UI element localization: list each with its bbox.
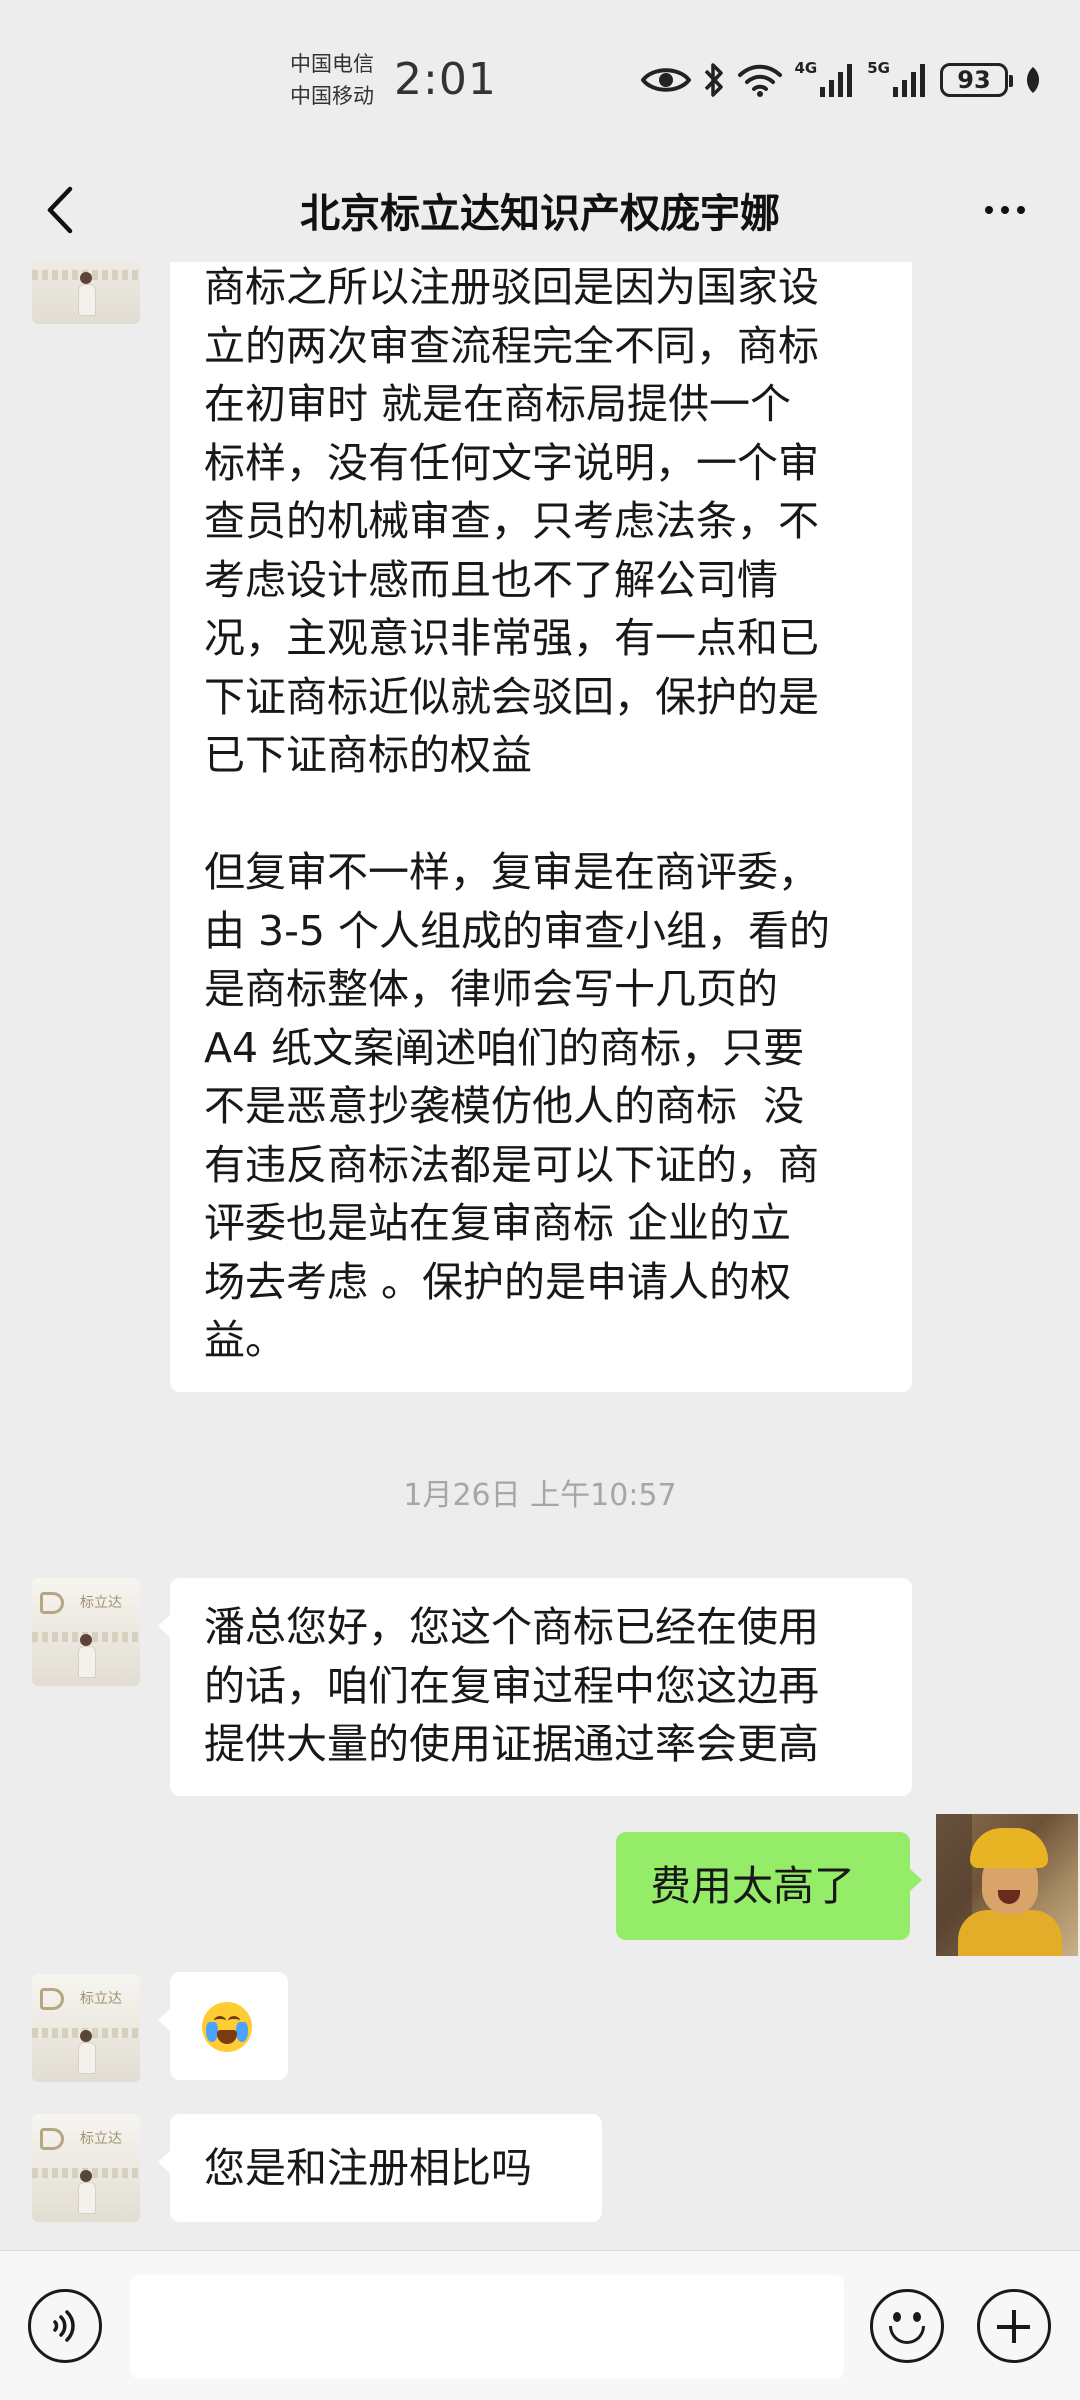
emoji-icon — [893, 2312, 901, 2322]
avatar-logo-text: 标立达 — [80, 1595, 122, 1611]
network-label-1: 4G — [794, 59, 818, 77]
nav-bar: 北京标立达知识产权庞宇娜 — [0, 160, 1080, 260]
avatar-logo-text: 标立达 — [80, 2131, 122, 2147]
avatar-body — [78, 2182, 96, 2214]
message-line: 标样，没有任何文字说明，一个审 — [204, 438, 819, 487]
message-line: 在初审时 就是在商标局提供一个 — [204, 380, 792, 428]
avatar-person — [76, 272, 96, 316]
battery-indicator: 93 — [940, 63, 1013, 97]
message-bubble[interactable]: 潘总您好，您这个商标已经在使用 的话，咱们在复审过程中您这边再 提供大量的使用证… — [158, 1578, 912, 1796]
more-dot — [1001, 206, 1009, 214]
carrier-1: 中国电信 — [290, 52, 374, 76]
emoji-mouth — [217, 2030, 237, 2044]
voice-icon — [53, 2310, 75, 2342]
signal-icon — [820, 64, 853, 97]
message-line: 益。 — [204, 1316, 286, 1364]
my-message-text: 费用太高了 — [650, 1862, 855, 1910]
message-line: 查员的机械审查，只考虑法条，不 — [204, 497, 819, 545]
avatar-body — [78, 1646, 96, 1678]
avatar-head — [80, 272, 92, 284]
message-input[interactable] — [130, 2275, 844, 2379]
message-line: 由 3-5 个人组成的审查小组，看的 — [204, 906, 831, 955]
message-line: 的话，咱们在复审过程中您这边再 — [204, 1661, 819, 1710]
more-button[interactable] — [970, 180, 1040, 240]
status-bar: 中国电信 中国移动 2:01 4G 5G 93 — [0, 0, 1080, 160]
chevron-left-icon — [47, 186, 73, 234]
avatar-body — [78, 2042, 96, 2074]
carrier-labels: 中国电信 中国移动 — [290, 48, 374, 112]
avatar-person — [76, 1634, 96, 1678]
emoji-icon-smile — [889, 2326, 925, 2344]
back-button[interactable] — [30, 180, 90, 240]
message-line: 场去考虑 。保护的是申请人的权 — [204, 1257, 792, 1306]
message-bubble[interactable]: 您是和注册相比吗 — [158, 2114, 602, 2222]
message-text: 您是和注册相比吗 — [204, 2144, 532, 2192]
my-avatar-robe — [958, 1910, 1062, 1956]
avatar-person — [76, 2030, 96, 2074]
message-line-blank — [204, 785, 880, 844]
my-avatar-hat — [970, 1828, 1048, 1868]
message-line: 已下证商标的权益 — [204, 731, 532, 779]
message-line: 不是恶意抄袭模仿他人的商标 没 — [204, 1082, 805, 1130]
message-line: 况，主观意识非常强，有一点和已 — [204, 614, 819, 662]
avatar-head — [80, 2030, 92, 2042]
network-label-2: 5G — [867, 59, 890, 77]
message-line: 提供大量的使用证据通过率会更高 — [204, 1720, 819, 1768]
leaf-icon — [1026, 67, 1040, 93]
message-line: 考虑设计感而且也不了解公司情 — [204, 555, 778, 604]
message-bubble[interactable]: 商标之所以注册驳回是因为国家设 立的两次审查流程完全不同，商标 在初审时 就是在… — [170, 262, 912, 1392]
emoji-message-bubble[interactable] — [158, 1972, 288, 2080]
wifi-icon — [737, 64, 782, 97]
battery-level: 93 — [957, 66, 991, 94]
message-line: 但复审不一样，复审是在商评委， — [204, 848, 819, 896]
message-line: 立的两次审查流程完全不同，商标 — [204, 321, 819, 370]
contact-avatar[interactable]: 标立达 — [32, 262, 140, 324]
contact-avatar[interactable]: 标立达 — [32, 2114, 140, 2222]
avatar-head — [80, 1634, 92, 1646]
chat-title: 北京标立达知识产权庞宇娜 — [300, 191, 780, 237]
logo-icon — [40, 1592, 64, 1614]
status-icons: 4G 5G 93 — [640, 58, 1043, 102]
chat-area[interactable]: 标立达 商标之所以注册驳回是因为国家设 立的两次审查流程完全不同，商标 在初审时… — [0, 262, 1080, 2250]
input-bar — [0, 2250, 1080, 2400]
message-text: 商标之所以注册驳回是因为国家设 立的两次审查流程完全不同，商标 在初审时 就是在… — [204, 262, 880, 1370]
avatar-logo-text: 标立达 — [80, 1991, 122, 2007]
loudly-crying-face-emoji — [202, 2002, 252, 2052]
carrier-2: 中国移动 — [290, 84, 374, 108]
logo-icon — [40, 1988, 64, 2010]
contact-avatar[interactable]: 标立达 — [32, 1578, 140, 1686]
voice-button[interactable] — [28, 2289, 102, 2363]
message-line: 评委也是站在复审商标 企业的立 — [204, 1199, 792, 1247]
bluetooth-icon — [704, 63, 723, 97]
emoji-tear — [236, 2022, 248, 2042]
avatar-body — [78, 284, 96, 316]
status-clock: 2:01 — [394, 54, 497, 105]
signal-icon-2 — [893, 64, 925, 97]
message-line: 有违反商标法都是可以下证的，商 — [204, 1140, 819, 1189]
logo-icon — [40, 2128, 64, 2150]
message-line: 潘总您好，您这个商标已经在使用 — [204, 1603, 819, 1651]
contact-avatar[interactable]: 标立达 — [32, 1974, 140, 2082]
avatar-person — [76, 2170, 96, 2214]
message-line: 下证商标近似就会驳回，保护的是 — [204, 672, 819, 721]
emoji-button[interactable] — [870, 2289, 944, 2363]
message-timestamp: 1月26日 上午10:57 — [403, 1478, 677, 1513]
emoji-icon-eye — [913, 2312, 921, 2322]
more-dots-icon — [985, 206, 993, 214]
plus-button[interactable] — [977, 2289, 1051, 2363]
message-line: A4 纸文案阐述咱们的商标，只要 — [204, 1023, 805, 1072]
message-line: 商标之所以注册驳回是因为国家设 — [204, 263, 819, 311]
message-line: 是商标整体，律师会写十几页的 — [204, 965, 778, 1013]
my-avatar[interactable] — [936, 1814, 1078, 1956]
more-dot — [1017, 206, 1025, 214]
avatar-head — [80, 2170, 92, 2182]
my-message-bubble[interactable]: 费用太高了 — [616, 1832, 922, 1940]
eye-icon — [640, 68, 691, 92]
